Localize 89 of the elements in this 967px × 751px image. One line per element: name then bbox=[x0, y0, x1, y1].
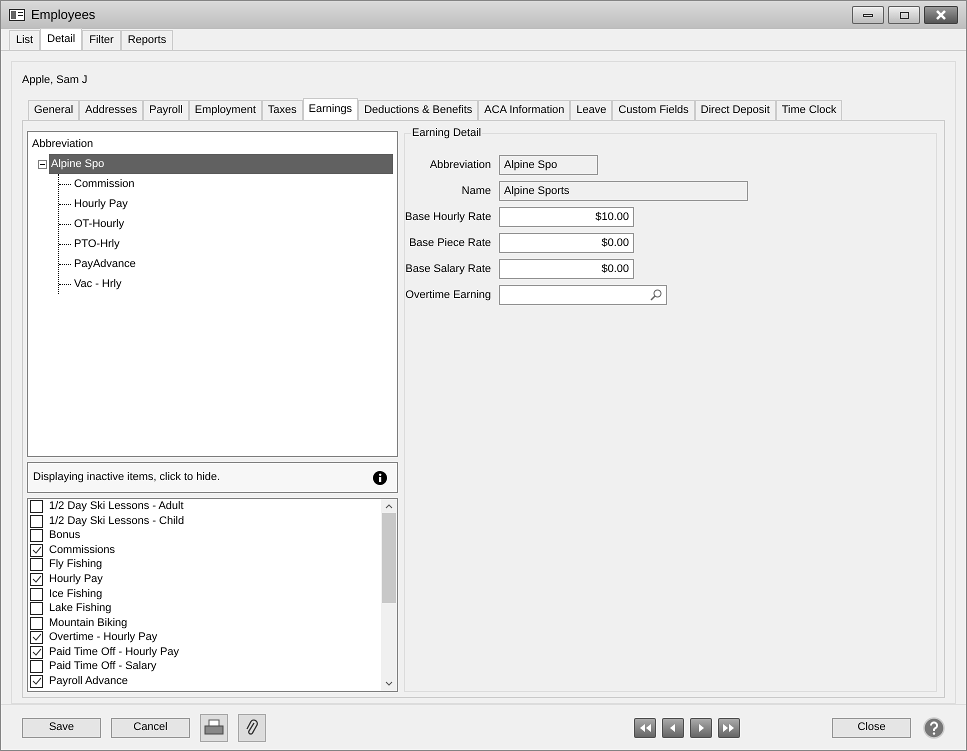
tree-item[interactable]: Hourly Pay bbox=[72, 194, 130, 214]
tree-item[interactable]: Commission bbox=[72, 174, 137, 194]
checkbox[interactable] bbox=[30, 500, 43, 513]
close-icon bbox=[935, 10, 947, 20]
scroll-thumb[interactable] bbox=[382, 513, 396, 604]
field-label: Base Salary Rate bbox=[405, 262, 492, 277]
checkbox[interactable] bbox=[30, 588, 43, 600]
field-label: Abbreviation bbox=[428, 158, 492, 173]
last-record-button[interactable] bbox=[718, 718, 740, 738]
inactive-notice: Displaying inactive items, click to hide. bbox=[33, 470, 220, 486]
checkbox[interactable] bbox=[30, 529, 43, 542]
checklist-item[interactable]: Commissions bbox=[28, 542, 381, 558]
maximize-button[interactable] bbox=[888, 6, 920, 24]
attachment-button[interactable] bbox=[238, 714, 266, 742]
checklist-item[interactable]: Overtime - Hourly Pay bbox=[28, 630, 381, 646]
tree-item[interactable]: PTO-Hrly bbox=[72, 234, 122, 254]
checklist-item[interactable]: Paid Time Off - Hourly Pay bbox=[28, 645, 381, 660]
tab[interactable]: Detail bbox=[40, 28, 82, 50]
checkbox[interactable] bbox=[30, 544, 43, 557]
window-title: Employees bbox=[31, 6, 96, 24]
field-label: Base Hourly Rate bbox=[405, 210, 492, 225]
close-button[interactable]: Close bbox=[832, 718, 911, 738]
tab[interactable]: Reports bbox=[120, 30, 174, 50]
checkbox[interactable] bbox=[30, 616, 43, 630]
next-record-button[interactable] bbox=[690, 718, 712, 738]
tab[interactable]: Filter bbox=[82, 30, 121, 50]
checklist-item[interactable]: Ice Fishing bbox=[28, 586, 381, 602]
checklist-item[interactable]: Lake Fishing bbox=[28, 601, 381, 616]
scrollbar[interactable] bbox=[381, 499, 397, 692]
checkbox[interactable] bbox=[30, 514, 43, 528]
checklist-item[interactable]: Fly Fishing bbox=[28, 558, 381, 572]
first-record-icon bbox=[638, 722, 652, 733]
printer-icon bbox=[204, 718, 224, 737]
tree-item[interactable]: PayAdvance bbox=[72, 254, 138, 274]
tab[interactable]: Taxes bbox=[262, 100, 303, 120]
first-record-button[interactable] bbox=[634, 718, 656, 738]
checkbox[interactable] bbox=[30, 572, 43, 586]
checklist-item[interactable]: Bonus bbox=[28, 528, 381, 543]
tab[interactable]: Employment bbox=[188, 100, 262, 120]
paperclip-icon bbox=[245, 718, 259, 737]
tab[interactable]: List bbox=[9, 30, 40, 50]
tree-item[interactable]: OT-Hourly bbox=[72, 214, 126, 234]
checklist-item[interactable]: 1/2 Day Ski Lessons - Adult bbox=[28, 499, 381, 514]
tab[interactable]: Payroll bbox=[143, 100, 189, 120]
cancel-button[interactable]: Cancel bbox=[111, 718, 190, 738]
checkbox[interactable] bbox=[30, 675, 43, 688]
tree-item[interactable]: Vac - Hrly bbox=[72, 274, 124, 294]
column-header: Abbreviation bbox=[32, 137, 94, 152]
save-button[interactable]: Save bbox=[22, 718, 101, 738]
input-field: Alpine Spo bbox=[499, 155, 598, 176]
contact-card-icon bbox=[9, 9, 25, 22]
tab[interactable]: Addresses bbox=[79, 100, 144, 120]
field-label: Name bbox=[460, 184, 492, 199]
input-field[interactable]: $0.00 bbox=[499, 259, 634, 280]
checkbox[interactable] bbox=[30, 602, 43, 616]
checkbox[interactable] bbox=[30, 660, 43, 674]
search-icon[interactable] bbox=[650, 289, 662, 302]
checkbox[interactable] bbox=[30, 558, 43, 572]
tab[interactable]: Earnings bbox=[302, 98, 358, 120]
input-field[interactable]: $0.00 bbox=[499, 233, 634, 254]
tab[interactable]: General bbox=[28, 100, 80, 120]
checkbox[interactable] bbox=[30, 646, 43, 659]
tab[interactable]: ACA Information bbox=[478, 100, 570, 120]
tab[interactable]: Direct Deposit bbox=[694, 100, 776, 120]
collapse-icon[interactable] bbox=[38, 160, 47, 169]
print-button[interactable] bbox=[200, 714, 228, 742]
tab[interactable]: Deductions & Benefits bbox=[358, 100, 478, 120]
field-label: Base Piece Rate bbox=[408, 236, 492, 251]
checklist-item[interactable]: 1/2 Day Ski Lessons - Child bbox=[28, 514, 381, 528]
previous-record-button[interactable] bbox=[662, 718, 684, 738]
checkbox[interactable] bbox=[30, 631, 43, 644]
checklist-item[interactable]: Payroll Advance bbox=[28, 674, 381, 689]
help-icon[interactable] bbox=[923, 716, 945, 739]
tab[interactable]: Time Clock bbox=[776, 100, 842, 120]
field-label: Overtime Earning bbox=[405, 288, 492, 303]
checklist-item[interactable]: Paid Time Off - Salary bbox=[28, 660, 381, 674]
close-button[interactable] bbox=[924, 6, 958, 24]
tree-item[interactable]: Alpine Spo bbox=[49, 154, 393, 174]
checklist-item[interactable]: Hourly Pay bbox=[28, 572, 381, 587]
tab[interactable]: Custom Fields bbox=[612, 100, 695, 120]
lookup-field[interactable] bbox=[499, 285, 667, 306]
minimize-button[interactable] bbox=[852, 6, 884, 24]
employee-name: Apple, Sam J bbox=[22, 72, 88, 88]
last-record-icon bbox=[722, 722, 736, 733]
checklist-item[interactable]: Mountain Biking bbox=[28, 616, 381, 630]
input-field[interactable]: $10.00 bbox=[499, 207, 634, 228]
tab[interactable]: Leave bbox=[570, 100, 612, 120]
info-icon bbox=[373, 470, 387, 485]
input-field: Alpine Sports bbox=[499, 181, 748, 202]
